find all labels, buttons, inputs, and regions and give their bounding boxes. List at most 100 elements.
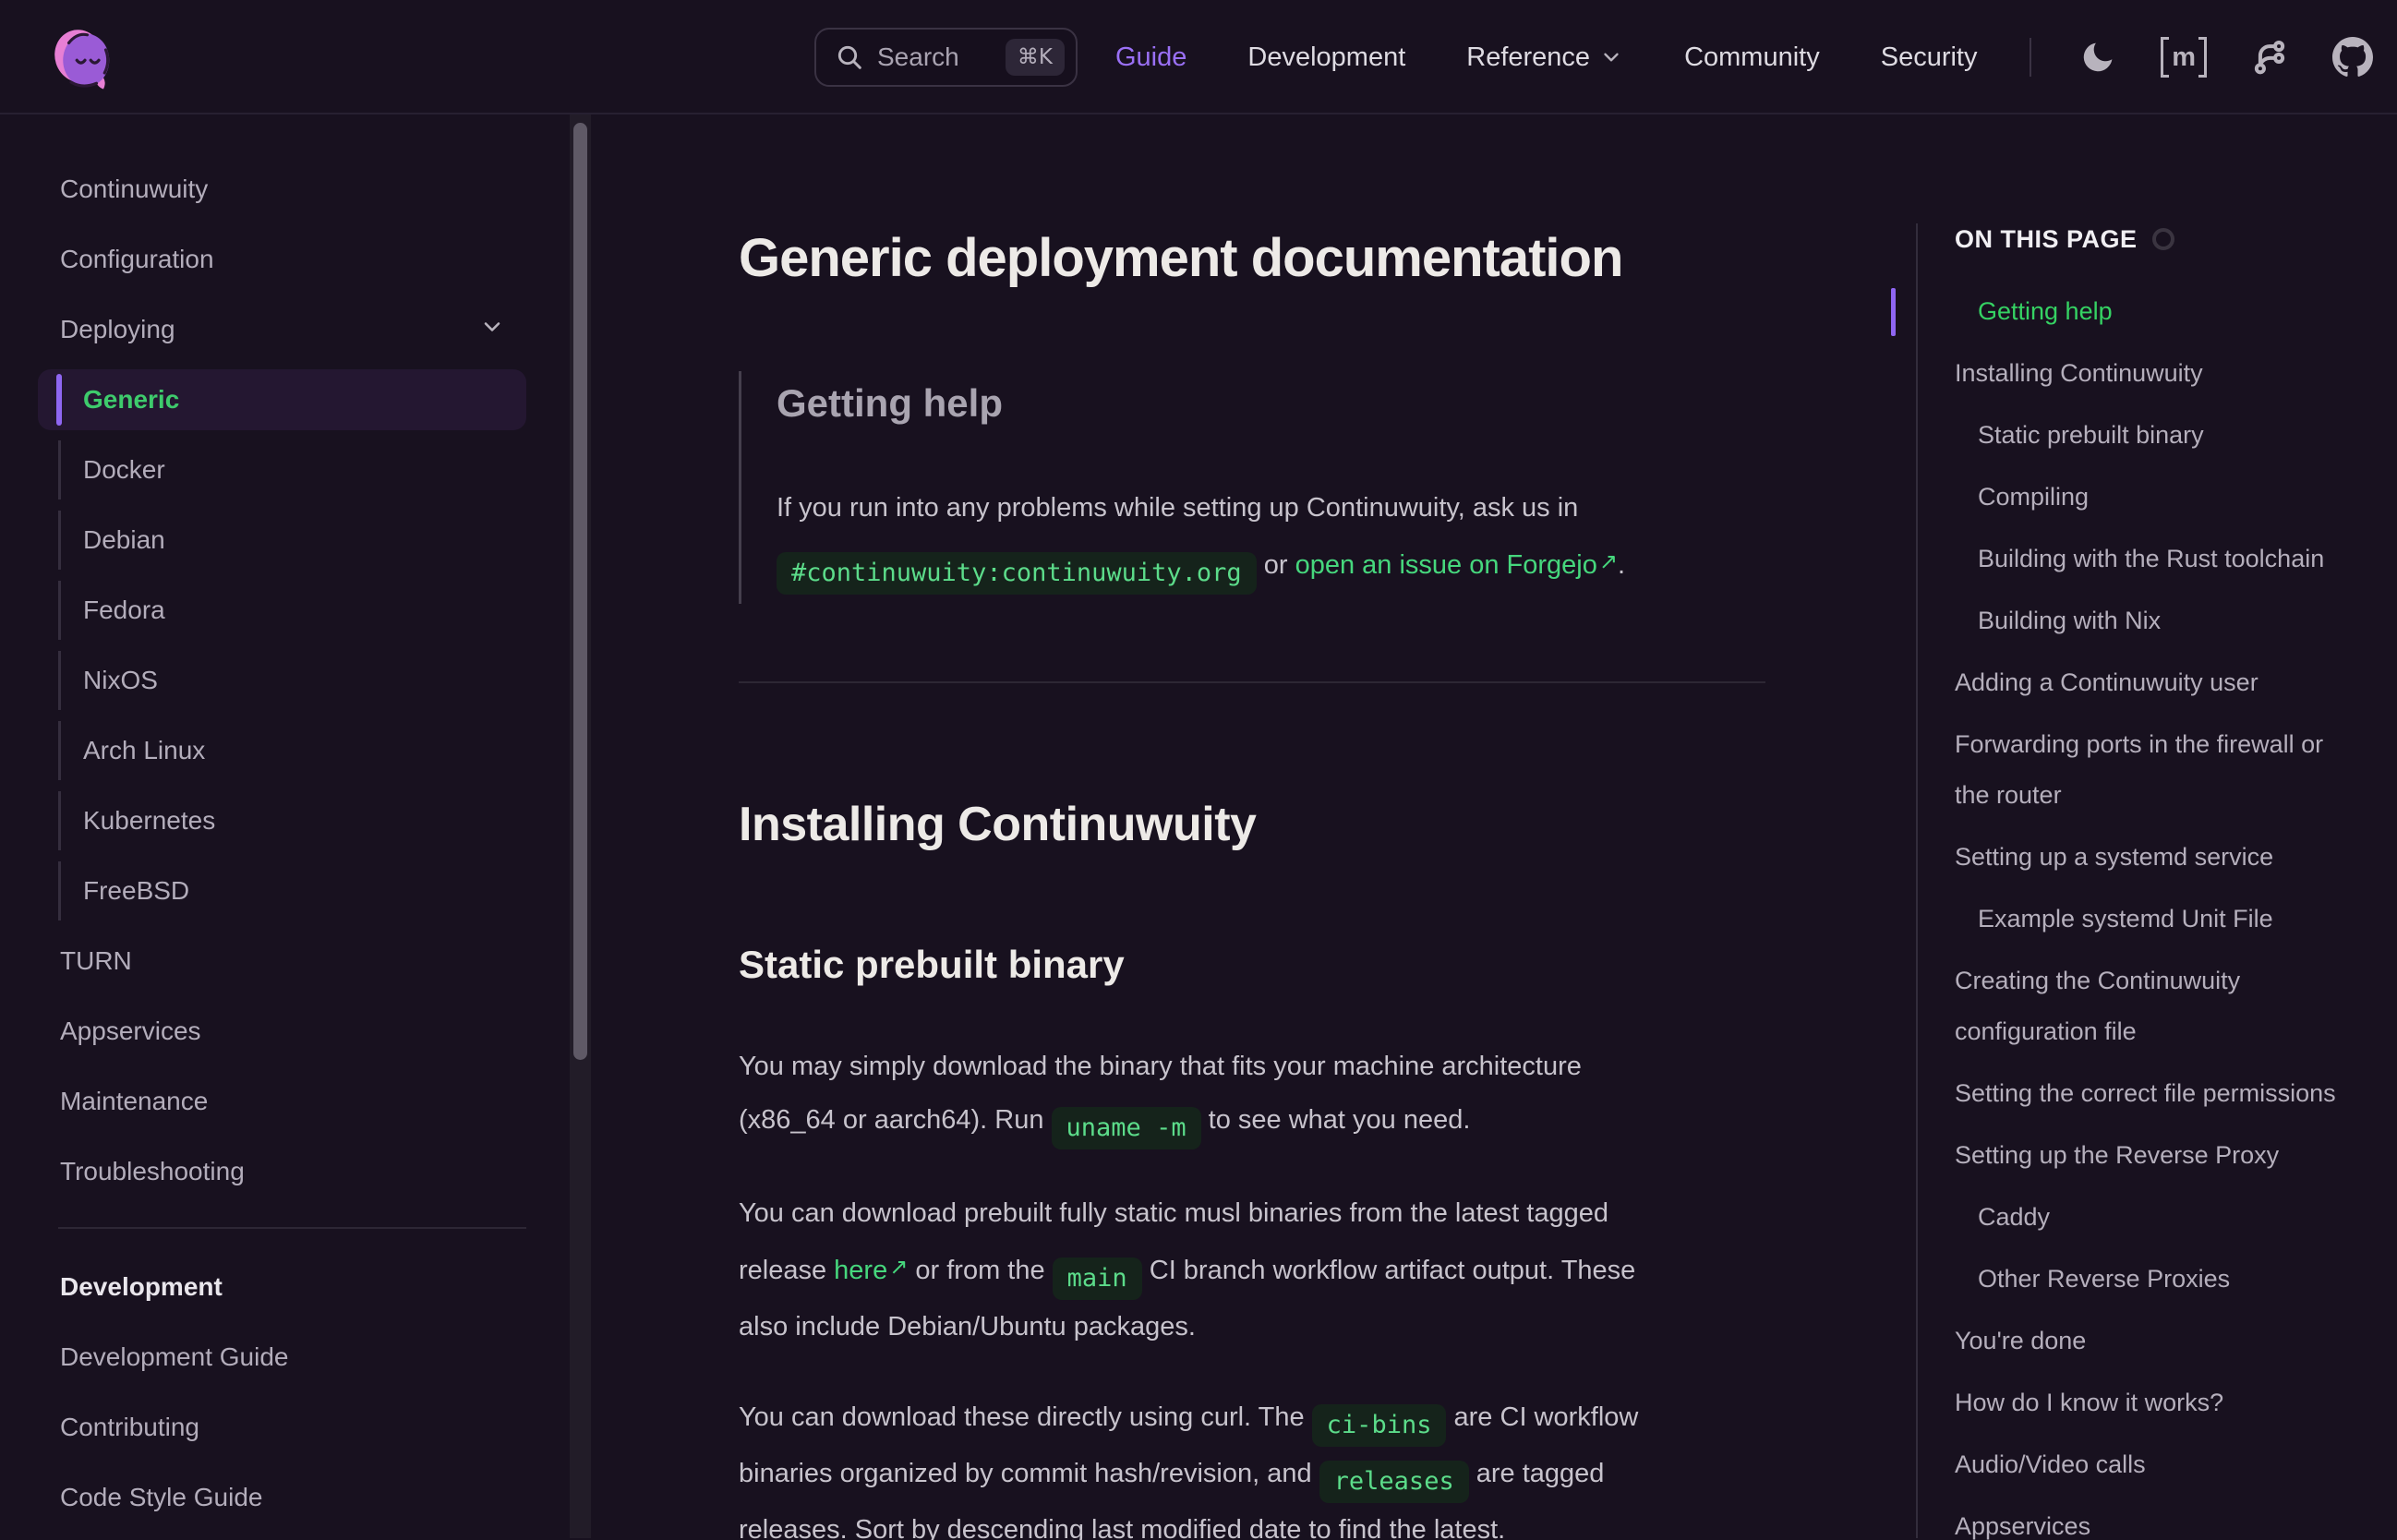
sidebar-item-deploying[interactable]: Deploying <box>0 295 570 365</box>
sidebar-item-continuwuity[interactable]: Continuwuity <box>0 154 570 224</box>
scrollbar-thumb[interactable] <box>573 123 587 1060</box>
sidebar-item-development-guide[interactable]: Development Guide <box>0 1322 570 1392</box>
sidebar-item-contributing[interactable]: Contributing <box>0 1392 570 1462</box>
nav-link-reference[interactable]: Reference <box>1466 42 1623 73</box>
sidebar: Continuwuity Configuration Deploying Gen… <box>0 114 570 1538</box>
paragraph-text: binaries organized by commit hash/revisi… <box>739 1459 1319 1488</box>
toc-item-reverse-proxy[interactable]: Setting up the Reverse Proxy <box>1955 1130 2397 1181</box>
sidebar-item-turn[interactable]: TURN <box>0 926 570 996</box>
toc-item-label: Adding a Continuwuity user <box>1955 657 2397 708</box>
toc-item-youre-done[interactable]: You're done <box>1955 1316 2397 1366</box>
nav-link-guide[interactable]: Guide <box>1115 42 1186 73</box>
paragraph-text: You can download these directly using cu… <box>739 1402 1312 1432</box>
toc-item-label: Compiling <box>1978 472 2397 523</box>
toc-item-label: the router <box>1955 770 2397 821</box>
content-row: Continuwuity Configuration Deploying Gen… <box>0 114 2397 1538</box>
section-divider <box>739 681 1765 683</box>
nav-link-community[interactable]: Community <box>1684 42 1820 73</box>
search-icon <box>835 42 864 72</box>
external-link-icon: ↗ <box>889 1254 908 1280</box>
sidebar-item-maintenance[interactable]: Maintenance <box>0 1066 570 1137</box>
toc-item-label: Building with Nix <box>1978 596 2397 646</box>
note-text: If you run into any problems while setti… <box>777 493 1578 523</box>
paragraph-text: to see what you need. <box>1201 1105 1471 1135</box>
dark-mode-toggle[interactable] <box>2078 37 2118 78</box>
note-text: or <box>1257 550 1295 580</box>
toc-item-label: configuration file <box>1955 1006 2397 1057</box>
toc-list: Getting help Installing Continuwuity Sta… <box>1955 286 2397 1540</box>
toc-item-compiling[interactable]: Compiling <box>1955 472 2397 523</box>
sidebar-item-docker[interactable]: Docker <box>0 435 570 505</box>
search-button[interactable]: Search ⌘K <box>814 28 1078 87</box>
toc-item-how-do-i-know[interactable]: How do I know it works? <box>1955 1378 2397 1428</box>
toc-item-label: Static prebuilt binary <box>1978 410 2397 461</box>
toc-item-other-reverse-proxies[interactable]: Other Reverse Proxies <box>1955 1254 2397 1305</box>
primary-nav: Guide Development Reference Community Se… <box>1115 0 1978 114</box>
forgejo-issue-link[interactable]: open an issue on Forgejo <box>1295 550 1597 580</box>
toc-item-creating-config[interactable]: Creating the Continuwuityconfiguration f… <box>1955 956 2397 1057</box>
toc-item-forwarding-ports[interactable]: Forwarding ports in the firewall orthe r… <box>1955 719 2397 821</box>
toc-item-building-rust-toolchain[interactable]: Building with the Rust toolchain <box>1955 534 2397 584</box>
sidebar-item-configuration[interactable]: Configuration <box>0 224 570 295</box>
paragraph-text: releases. Sort by descending last modifi… <box>739 1515 1505 1540</box>
nav-link-development[interactable]: Development <box>1247 42 1405 73</box>
toc-item-installing-continuwuity[interactable]: Installing Continuwuity <box>1955 348 2397 399</box>
toc-item-label: Building with the Rust toolchain <box>1978 534 2397 584</box>
toc-item-file-permissions[interactable]: Setting the correct file permissions <box>1955 1068 2397 1119</box>
sidebar-item-debian[interactable]: Debian <box>0 505 570 575</box>
scrollbar-track[interactable] <box>570 114 591 1538</box>
toc-item-static-prebuilt-binary[interactable]: Static prebuilt binary <box>1955 410 2397 461</box>
paragraph-text: You may simply download the binary that … <box>739 1052 1582 1081</box>
toc-item-building-with-nix[interactable]: Building with Nix <box>1955 596 2397 646</box>
toc-heading-row: ON THIS PAGE <box>1955 223 2397 255</box>
toc-item-label: Audio/Video calls <box>1955 1439 2397 1490</box>
toc-item-systemd-service[interactable]: Setting up a systemd service <box>1955 832 2397 883</box>
toc-item-getting-help[interactable]: Getting help <box>1955 286 2397 337</box>
search-shortcut-badge: ⌘K <box>1006 39 1065 76</box>
sidebar-item-troubleshooting[interactable]: Troubleshooting <box>0 1137 570 1207</box>
github-link[interactable] <box>2332 37 2373 78</box>
toc-item-example-systemd-unit[interactable]: Example systemd Unit File <box>1955 894 2397 944</box>
toc-heading: ON THIS PAGE <box>1955 225 2138 254</box>
matrix-room-code: #continuwuity:continuwuity.org <box>777 552 1257 595</box>
note-line-2: #continuwuity:continuwuity.org or open a… <box>777 535 1775 595</box>
sidebar-item-nixos[interactable]: NixOS <box>0 645 570 716</box>
external-link-icon: ↗ <box>1599 548 1618 574</box>
matrix-link[interactable]: m <box>2161 37 2207 78</box>
sidebar-item-code-style-guide[interactable]: Code Style Guide <box>0 1462 570 1533</box>
sidebar-item-generic[interactable]: Generic <box>0 365 570 435</box>
toc-item-label: Caddy <box>1978 1192 2397 1243</box>
chevron-down-icon <box>1599 45 1623 69</box>
release-here-link[interactable]: here <box>834 1256 887 1285</box>
releases-code: releases <box>1319 1461 1469 1503</box>
nav-link-security[interactable]: Security <box>1881 42 1978 73</box>
getting-help-heading: Getting help <box>777 382 1775 425</box>
toc-item-label: Getting help <box>1978 286 2397 337</box>
sidebar-item-kubernetes[interactable]: Kubernetes <box>0 786 570 856</box>
toc-item-audio-video-calls[interactable]: Audio/Video calls <box>1955 1439 2397 1490</box>
sidebar-item-arch-linux[interactable]: Arch Linux <box>0 716 570 786</box>
paragraph-text: CI branch workflow artifact output. Thes… <box>1142 1256 1636 1285</box>
page-title: Generic deployment documentation <box>739 223 1775 294</box>
paragraph-text: or from the <box>908 1256 1052 1285</box>
continuwuity-logo[interactable] <box>48 20 122 98</box>
octopus-logo-icon <box>48 20 122 98</box>
toc-item-adding-user[interactable]: Adding a Continuwuity user <box>1955 657 2397 708</box>
chevron-down-icon <box>479 314 505 346</box>
toc-item-appservices[interactable]: Appservices <box>1955 1501 2397 1540</box>
toc-item-label: Example systemd Unit File <box>1978 894 2397 944</box>
forgejo-icon <box>2249 37 2290 78</box>
sidebar-item-appservices[interactable]: Appservices <box>0 996 570 1066</box>
static-binary-heading: Static prebuilt binary <box>739 941 1775 989</box>
sidebar-item-deploying-label: Deploying <box>60 315 175 344</box>
sidebar-item-freebsd[interactable]: FreeBSD <box>0 856 570 926</box>
ci-bins-code: ci-bins <box>1312 1404 1447 1447</box>
nav-link-reference-label: Reference <box>1466 42 1590 73</box>
github-icon <box>2332 37 2373 78</box>
sidebar-divider <box>58 1227 526 1229</box>
main-content: Generic deployment documentation Getting… <box>591 114 1916 1538</box>
sidebar-item-fedora[interactable]: Fedora <box>0 575 570 645</box>
progress-ring-icon <box>2152 228 2174 250</box>
toc-item-caddy[interactable]: Caddy <box>1955 1192 2397 1243</box>
forgejo-link[interactable] <box>2249 37 2290 78</box>
